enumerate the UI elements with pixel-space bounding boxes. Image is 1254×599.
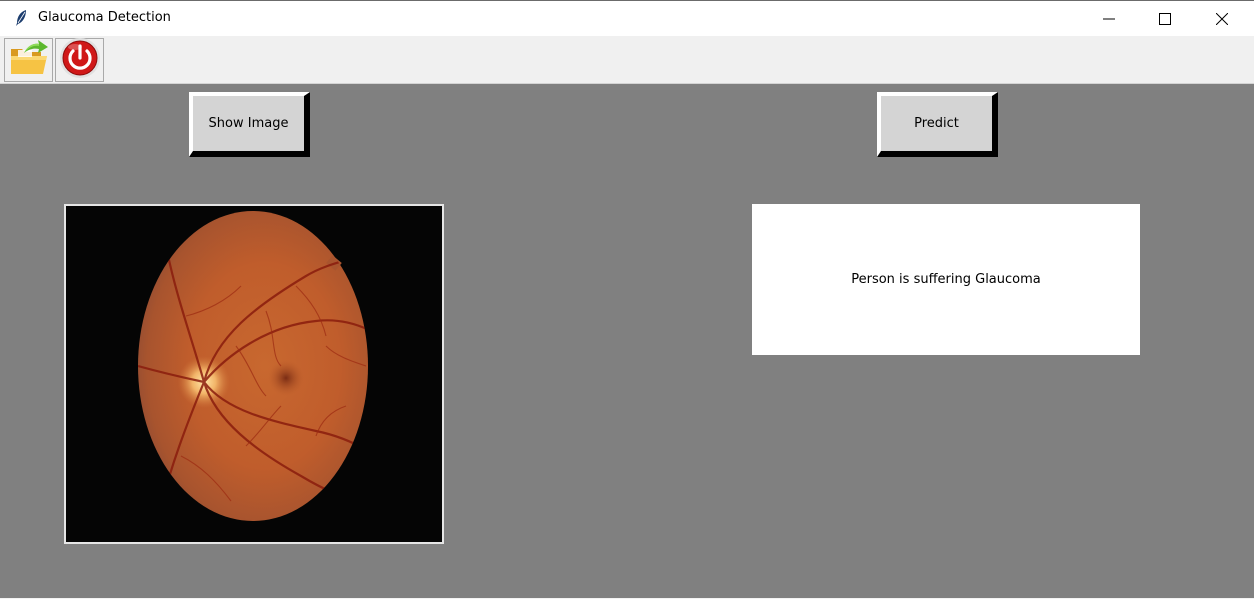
maximize-icon: [1159, 12, 1171, 25]
close-button[interactable]: [1199, 1, 1245, 36]
exit-button[interactable]: [55, 38, 104, 82]
show-image-button[interactable]: Show Image: [189, 92, 310, 157]
open-file-button[interactable]: [4, 38, 53, 82]
retina-fundus-image: [66, 206, 442, 542]
minimize-icon: [1103, 13, 1115, 25]
app-window: Glaucoma Detection Show Image Predict Pe…: [0, 0, 1254, 599]
close-icon: [1216, 12, 1228, 25]
feather-icon: [14, 9, 28, 27]
power-icon: [58, 37, 102, 83]
toolbar: [0, 36, 1254, 84]
main-canvas: Show Image Predict Person is suffering G…: [0, 84, 1254, 598]
open-folder-icon: [8, 39, 50, 81]
predict-button[interactable]: Predict: [877, 92, 998, 157]
maximize-button[interactable]: [1142, 1, 1188, 36]
prediction-result-text: Person is suffering Glaucoma: [851, 272, 1041, 287]
window-title: Glaucoma Detection: [38, 10, 171, 25]
title-bar: Glaucoma Detection: [0, 1, 1254, 36]
fundus-image-panel: [64, 204, 444, 544]
prediction-result-box: Person is suffering Glaucoma: [752, 204, 1140, 355]
minimize-button[interactable]: [1086, 1, 1132, 36]
